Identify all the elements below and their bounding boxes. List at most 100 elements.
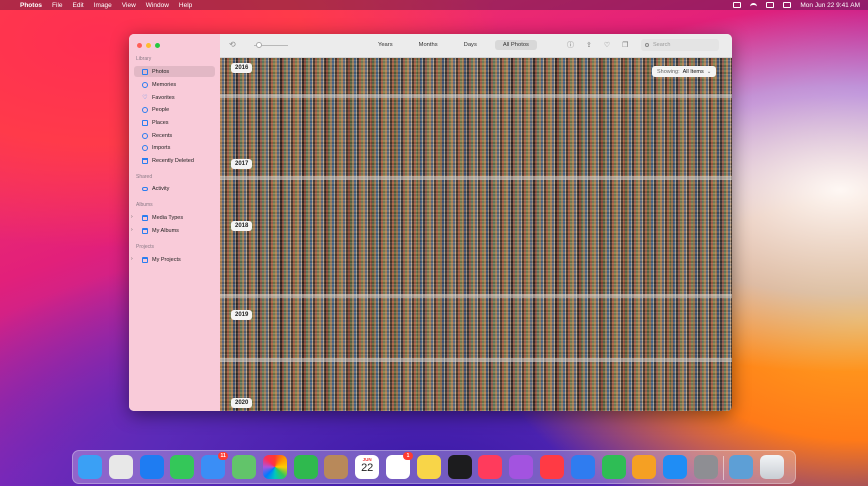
trash-icon	[142, 157, 148, 164]
tab-days[interactable]: Days	[456, 40, 485, 50]
sidebar-item-favorites[interactable]: ♡ Favorites	[134, 92, 215, 103]
heart-icon[interactable]: ♡	[604, 41, 610, 49]
heart-icon: ♡	[142, 94, 148, 101]
sidebar-item-photos[interactable]: Photos	[134, 66, 215, 77]
grid-divider	[220, 176, 732, 180]
share-icon[interactable]: ⇪	[586, 41, 592, 49]
year-label-2017: 2017	[231, 159, 253, 169]
dock-reminders-icon[interactable]: 1	[386, 452, 413, 479]
close-button[interactable]	[137, 43, 142, 48]
dock-facetime-icon[interactable]	[293, 455, 318, 479]
photos-icon	[142, 68, 148, 75]
dock-podcasts-icon[interactable]	[509, 455, 534, 479]
minimize-button[interactable]	[146, 43, 151, 48]
dock-pages-icon[interactable]	[632, 455, 657, 479]
dock-finder-icon[interactable]	[78, 455, 102, 479]
sidebar-item-people[interactable]: People	[134, 104, 215, 115]
albums-section-label: Albums	[136, 202, 153, 208]
sidebar-item-label: My Albums	[152, 227, 179, 234]
battery-icon[interactable]	[766, 2, 775, 8]
dock-safari-icon[interactable]	[139, 455, 164, 479]
dock-photos-icon[interactable]	[262, 455, 287, 479]
photo-grid[interactable]: 2016 2017 2018 2019 2020 Showing: All It…	[220, 58, 732, 411]
chevron-down-icon: ⌄	[706, 68, 712, 75]
dock-notes-icon[interactable]	[416, 455, 441, 479]
sidebar-item-places[interactable]: Places	[134, 117, 215, 128]
clock-icon	[142, 132, 148, 139]
map-icon	[142, 119, 148, 126]
sidebar-item-memories[interactable]: Memories	[134, 79, 215, 90]
airplay-icon[interactable]	[733, 2, 742, 8]
sidebar-item-label: Recently Deleted	[152, 157, 194, 164]
zoom-slider[interactable]	[254, 42, 288, 48]
showing-value: All Items	[682, 68, 704, 75]
folder-icon	[142, 227, 148, 234]
sidebar-item-recents[interactable]: Recents	[134, 130, 215, 141]
dock-apple-tv-icon[interactable]	[447, 455, 472, 479]
dock-separator	[722, 456, 724, 480]
sidebar-item-recently-deleted[interactable]: Recently Deleted	[134, 155, 215, 166]
sidebar-item-label: Favorites	[152, 94, 175, 101]
control-center-icon[interactable]	[783, 2, 792, 8]
rotate-icon[interactable]: ⟲	[229, 40, 236, 49]
tab-years[interactable]: Years	[370, 40, 401, 50]
dock-contacts-icon[interactable]	[324, 455, 349, 479]
zoom-button[interactable]	[155, 43, 160, 48]
sidebar-item-label: Imports	[152, 144, 171, 151]
dock-system-preferences-icon[interactable]	[694, 455, 718, 479]
year-label-2020: 2020	[231, 398, 253, 408]
dock-news-icon[interactable]	[540, 455, 564, 479]
dock-numbers-icon[interactable]	[601, 455, 626, 479]
menu-view[interactable]: View	[122, 2, 136, 9]
people-icon	[142, 106, 148, 113]
dock-mail-icon[interactable]: 11	[201, 452, 229, 479]
dock-preview-icon[interactable]	[728, 455, 753, 479]
tab-all-photos[interactable]: All Photos	[494, 40, 537, 50]
search-icon	[645, 43, 649, 47]
wifi-icon[interactable]	[750, 2, 758, 8]
import-icon	[142, 144, 148, 151]
menu-app-name[interactable]: Photos	[20, 2, 42, 9]
info-icon[interactable]: ⓘ	[567, 40, 574, 50]
dock-keynote-icon[interactable]	[570, 455, 595, 479]
dock-launchpad-icon[interactable]	[108, 455, 133, 479]
sidebar: Library Photos Memories ♡ Favorites Peop…	[129, 34, 220, 411]
sidebar-item-label: Activity	[152, 185, 170, 192]
dock-calendar-icon[interactable]: JUN 22	[355, 455, 380, 479]
tab-months[interactable]: Months	[411, 40, 446, 50]
search-placeholder: Search	[653, 42, 671, 48]
menu-datetime[interactable]: Mon Jun 22 9:41 AM	[800, 2, 860, 9]
dock-messages-icon[interactable]	[170, 455, 195, 479]
showing-label: Showing:	[657, 68, 680, 75]
search-field[interactable]: Search	[641, 39, 719, 51]
year-label-2016: 2016	[231, 63, 253, 73]
chevron-right-icon[interactable]: ›	[131, 214, 133, 220]
dock-trash-icon[interactable]	[759, 455, 784, 479]
dock-maps-icon[interactable]	[232, 455, 256, 479]
sidebar-item-activity[interactable]: Activity	[134, 183, 215, 194]
chevron-right-icon[interactable]: ›	[131, 256, 133, 262]
dock-app-store-icon[interactable]	[663, 455, 688, 479]
menu-window[interactable]: Window	[146, 2, 169, 9]
library-section-label: Library	[136, 56, 152, 62]
folder-icon	[142, 256, 148, 263]
chevron-right-icon[interactable]: ›	[131, 227, 133, 233]
showing-filter[interactable]: Showing: All Items ⌄	[652, 66, 717, 77]
menu-image[interactable]: Image	[94, 2, 112, 9]
cloud-icon	[142, 186, 148, 191]
sidebar-item-my-albums[interactable]: My Albums	[134, 225, 215, 236]
menu-edit[interactable]: Edit	[73, 2, 84, 9]
sidebar-item-label: Media Types	[152, 214, 184, 221]
duplicate-icon[interactable]: ❐	[622, 41, 628, 49]
sidebar-item-label: Memories	[152, 81, 177, 88]
menu-help[interactable]: Help	[179, 2, 192, 9]
folder-icon	[142, 214, 148, 221]
zoom-slider-knob[interactable]	[256, 42, 262, 48]
sidebar-item-media-types[interactable]: Media Types	[134, 212, 215, 223]
sidebar-item-label: Photos	[152, 68, 170, 75]
sidebar-item-my-projects[interactable]: My Projects	[134, 254, 215, 265]
dock-music-icon[interactable]	[478, 455, 503, 479]
notification-badge: 1	[403, 452, 413, 460]
sidebar-item-imports[interactable]: Imports	[134, 142, 215, 153]
menu-file[interactable]: File	[52, 2, 62, 9]
